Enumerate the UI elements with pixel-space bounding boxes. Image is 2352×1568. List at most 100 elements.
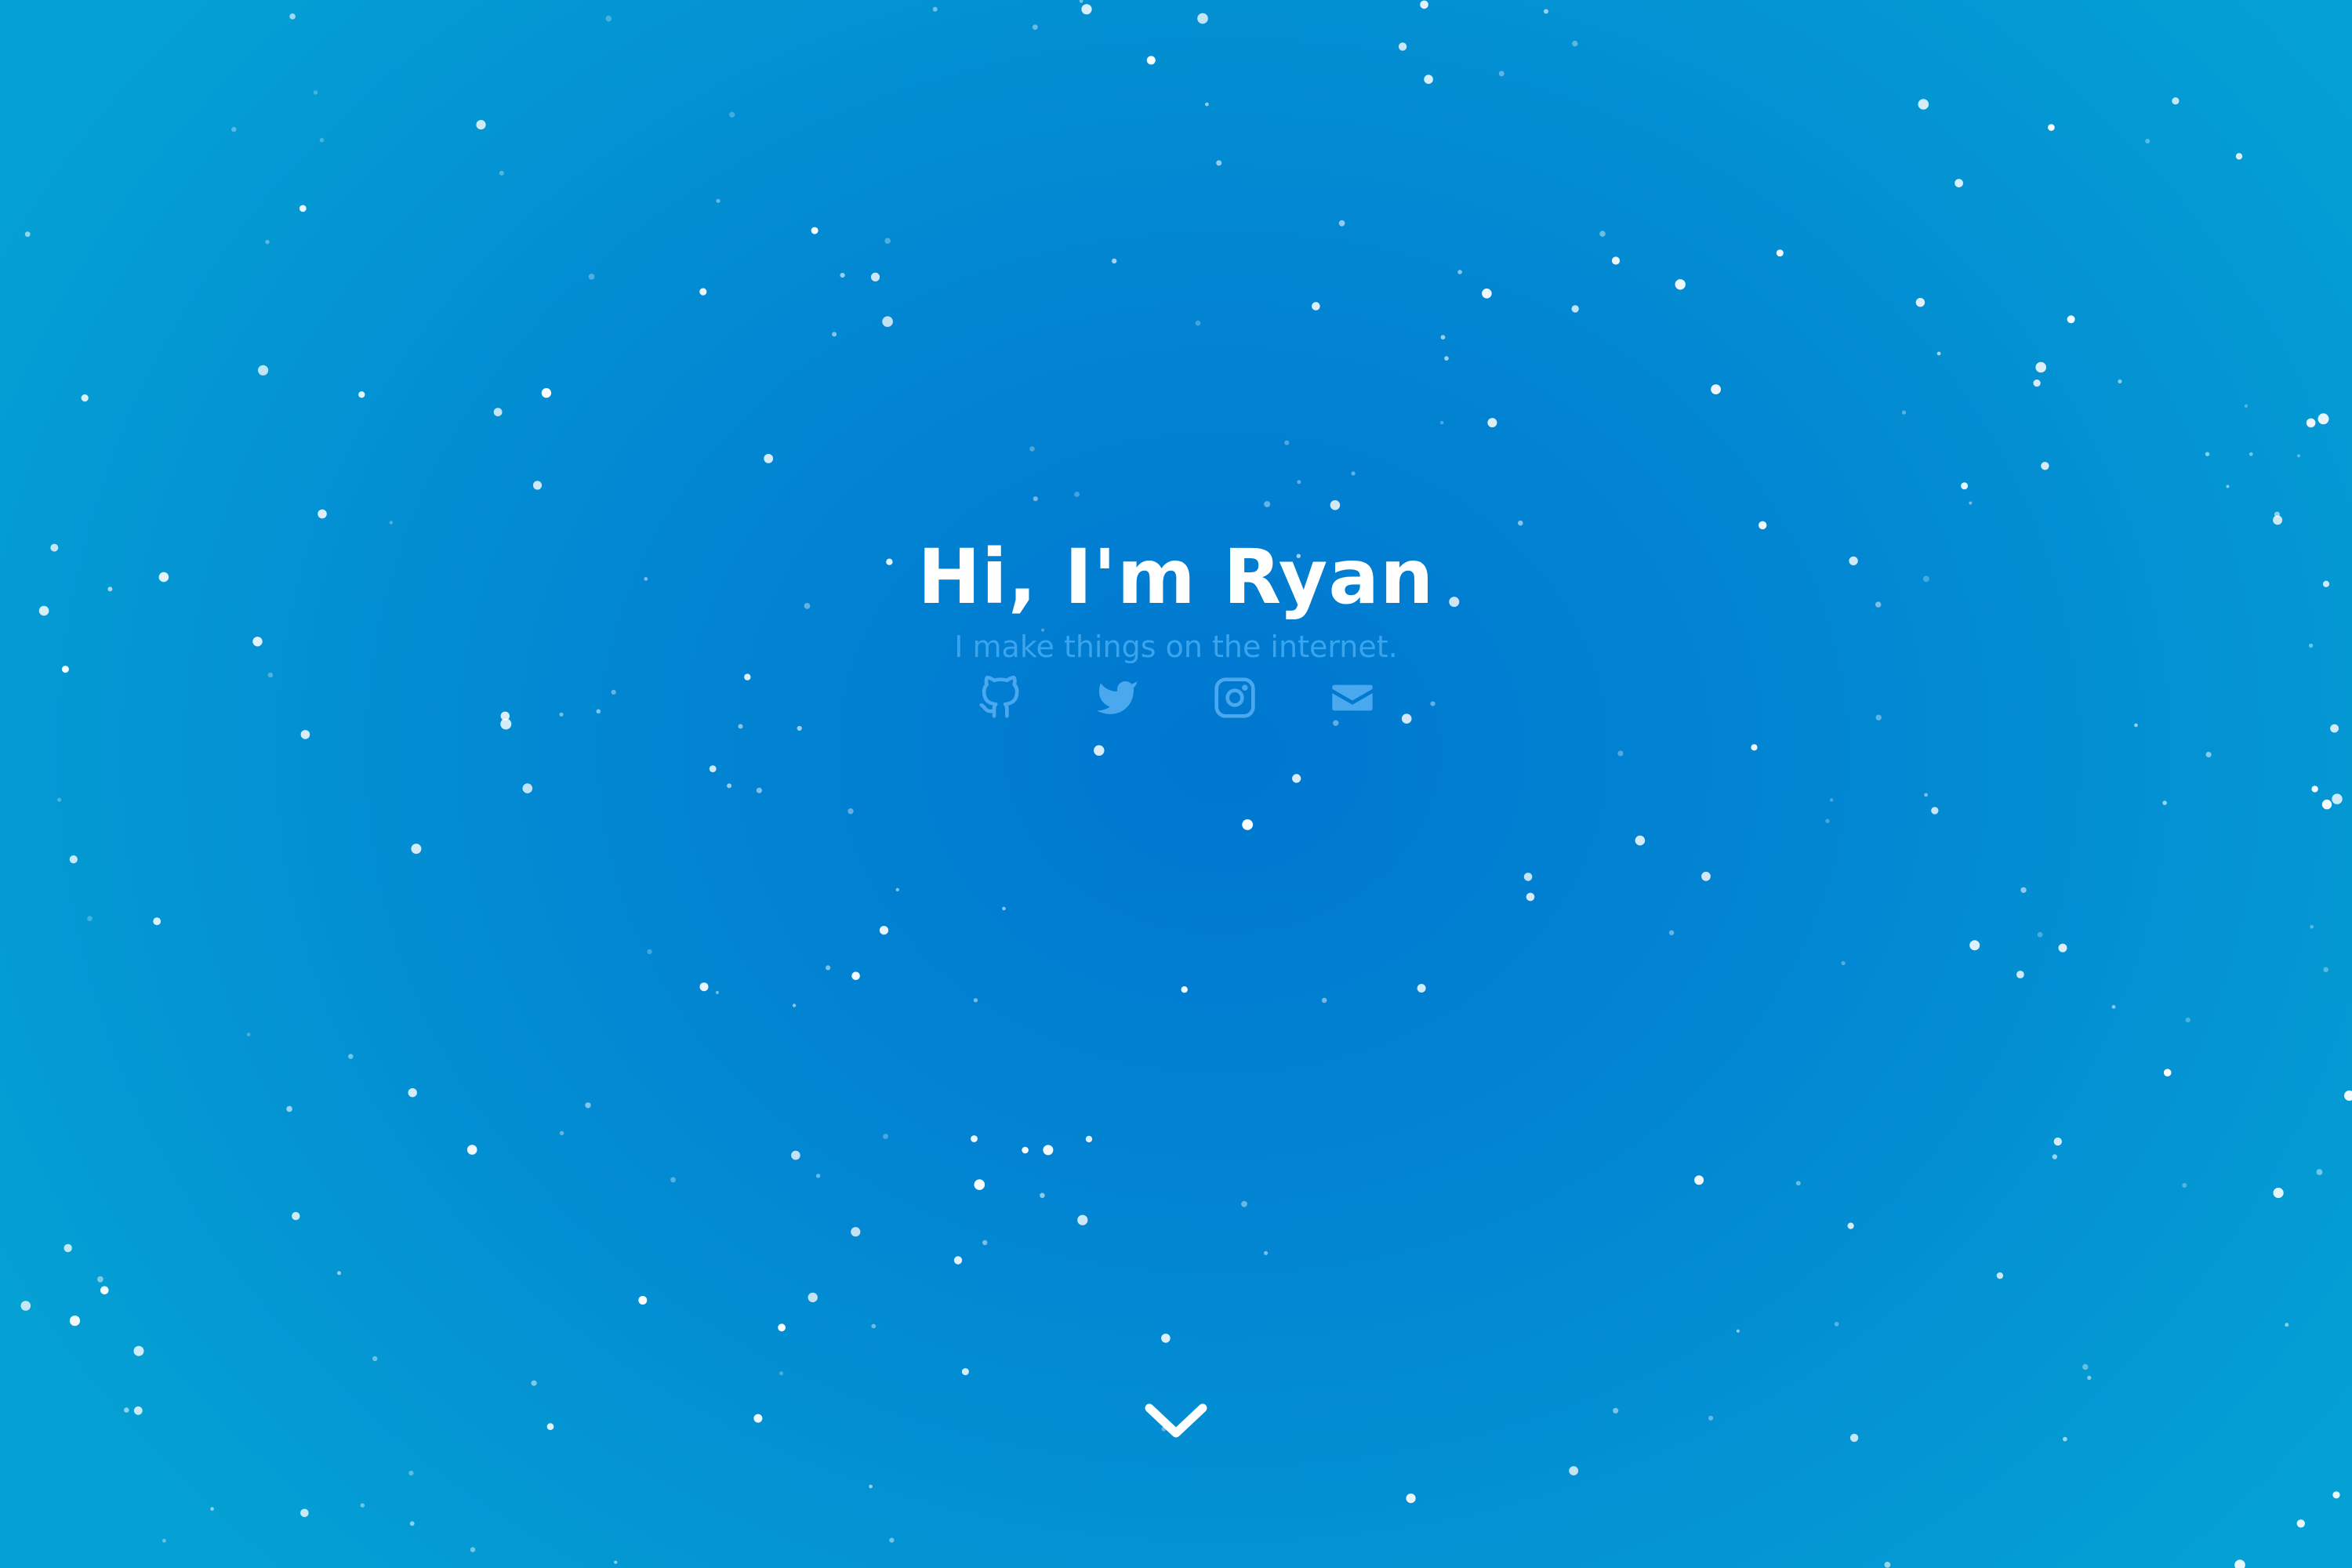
tagline: I make things on the internet. xyxy=(954,630,1398,664)
star xyxy=(522,783,533,793)
star xyxy=(2205,751,2212,758)
star xyxy=(1569,1466,1579,1475)
star xyxy=(982,1240,988,1246)
instagram-icon xyxy=(1214,677,1255,718)
star xyxy=(210,1507,214,1511)
star xyxy=(1406,1494,1416,1504)
star xyxy=(300,1508,309,1518)
star xyxy=(1161,1334,1171,1343)
star xyxy=(1482,289,1492,299)
star xyxy=(1424,74,1433,84)
star xyxy=(1241,1200,1247,1207)
star xyxy=(879,926,889,935)
star xyxy=(1181,986,1188,993)
star xyxy=(1617,750,1624,757)
star xyxy=(779,1371,784,1376)
star xyxy=(647,949,652,955)
star xyxy=(2185,1017,2190,1023)
star xyxy=(932,6,938,12)
star xyxy=(1081,4,1092,15)
star xyxy=(851,971,860,981)
star xyxy=(408,1470,414,1476)
star xyxy=(1264,1250,1269,1255)
star xyxy=(715,990,720,995)
star xyxy=(778,1323,786,1332)
star xyxy=(2274,511,2280,517)
star xyxy=(1420,0,1428,9)
star xyxy=(882,316,893,328)
star xyxy=(764,454,774,463)
scroll-down-button[interactable] xyxy=(1142,1399,1210,1449)
star xyxy=(2205,452,2210,456)
star xyxy=(2172,97,2180,105)
star xyxy=(709,765,717,772)
star xyxy=(1338,220,1345,227)
star xyxy=(162,1538,166,1543)
star xyxy=(1834,1322,1839,1327)
star xyxy=(1043,1145,1054,1156)
star xyxy=(546,1423,554,1431)
star xyxy=(2311,786,2318,793)
star xyxy=(815,1174,821,1178)
star xyxy=(2332,1491,2340,1499)
star xyxy=(869,1484,873,1489)
star xyxy=(1924,793,1929,797)
github-link[interactable] xyxy=(978,676,1022,720)
star xyxy=(532,481,543,490)
star xyxy=(2058,943,2067,953)
star xyxy=(889,1537,895,1543)
star xyxy=(100,1286,109,1295)
instagram-link[interactable] xyxy=(1213,676,1257,720)
star xyxy=(1961,482,1969,490)
twitter-link[interactable] xyxy=(1095,676,1139,720)
social-links xyxy=(0,676,2352,720)
star xyxy=(2244,404,2249,408)
star xyxy=(2048,124,2055,131)
star xyxy=(1398,42,1407,51)
star xyxy=(1440,335,1446,340)
email-link[interactable] xyxy=(1330,676,1374,720)
star xyxy=(974,1179,985,1190)
star xyxy=(2087,1375,2092,1380)
star xyxy=(973,998,978,1003)
star xyxy=(1439,420,1444,425)
star xyxy=(2020,887,2027,894)
star xyxy=(2082,1363,2089,1370)
star xyxy=(409,1521,415,1526)
star xyxy=(1487,418,1497,428)
star xyxy=(1094,745,1105,756)
star xyxy=(1751,744,1758,751)
starfield-background xyxy=(20,0,2352,1568)
star xyxy=(476,120,486,130)
star xyxy=(337,1271,341,1276)
star xyxy=(1002,906,1006,911)
star xyxy=(1701,871,1711,881)
star xyxy=(358,391,365,398)
star xyxy=(1523,873,1533,881)
star xyxy=(826,965,831,971)
star xyxy=(871,1323,877,1329)
star xyxy=(57,797,62,802)
star xyxy=(1351,471,1356,476)
star xyxy=(258,365,269,376)
star xyxy=(2226,485,2230,488)
star xyxy=(2316,1169,2323,1175)
star xyxy=(2035,361,2046,373)
star xyxy=(81,394,89,402)
star xyxy=(753,1414,763,1423)
star xyxy=(318,509,327,519)
star xyxy=(2318,413,2329,425)
chevron-down-icon xyxy=(1145,1403,1207,1438)
star xyxy=(1969,940,1980,951)
star xyxy=(1321,997,1327,1004)
star xyxy=(246,1033,251,1036)
star xyxy=(1033,496,1038,502)
star xyxy=(1969,501,1973,505)
star xyxy=(1417,984,1426,993)
star xyxy=(2285,1323,2289,1327)
star xyxy=(408,1088,417,1098)
star xyxy=(1795,1181,1801,1186)
star xyxy=(1284,440,1290,445)
star xyxy=(2118,379,2122,384)
star xyxy=(2134,723,2138,728)
